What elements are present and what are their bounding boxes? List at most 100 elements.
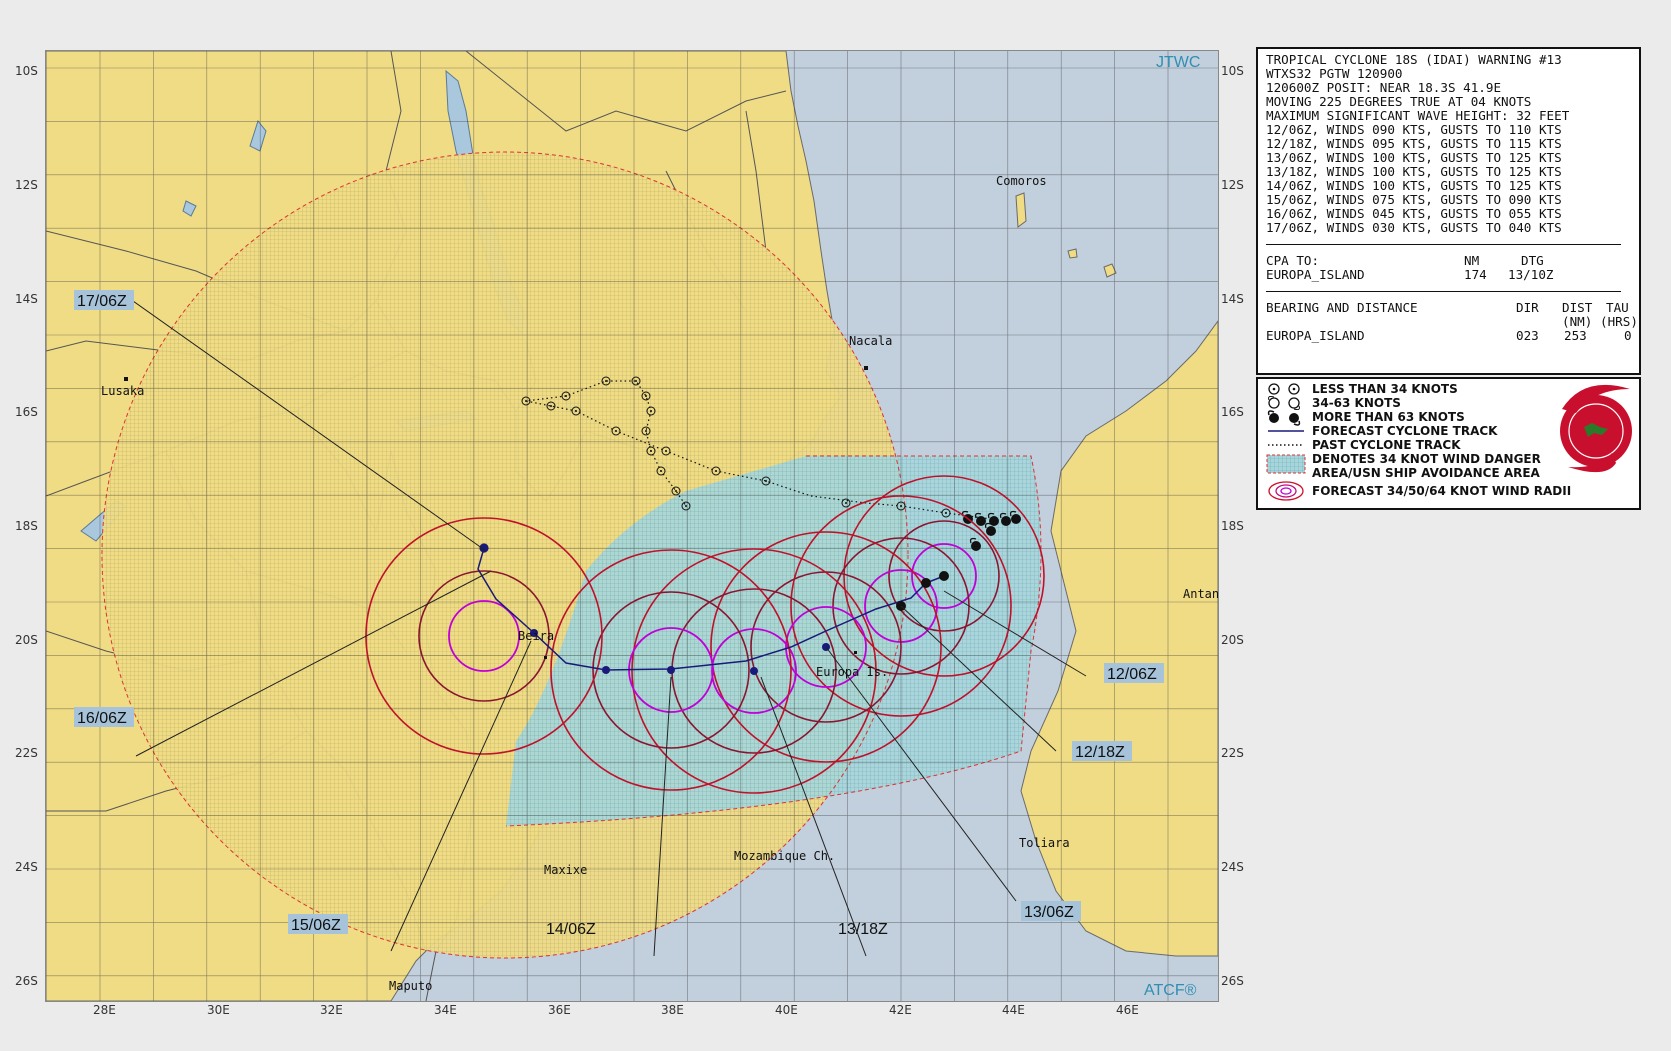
lon-label-28e: 28E <box>93 1003 116 1017</box>
forecast-wind-line: 16/06Z, WINDS 045 KTS, GUSTS TO 055 KTS <box>1266 206 1562 221</box>
forecast-wind-line: 15/06Z, WINDS 075 KTS, GUSTS TO 090 KTS <box>1266 192 1562 207</box>
cpa-title: CPA TO: <box>1266 253 1320 268</box>
cpa-value-row: EUROPA_ISLAND 174 13/10Z <box>1266 268 1639 282</box>
anjouan-island <box>1067 248 1078 259</box>
forecast-position-icon <box>750 667 758 675</box>
legend-less-than-34: LESS THAN 34 KNOTS <box>1312 382 1458 396</box>
jtwc-label: JTWC <box>1156 54 1200 71</box>
map-canvas: Comoros Nacala Lusaka Beira Europa Is. A… <box>46 51 1218 1001</box>
forecast-wind-line: 17/06Z, WINDS 030 KTS, GUSTS TO 040 KTS <box>1266 220 1562 235</box>
warning-info-panel: TROPICAL CYCLONE 18S (IDAI) WARNING #13 … <box>1256 47 1641 375</box>
label-mozambique-channel: Mozambique Ch. <box>734 849 835 863</box>
warning-position: 120600Z POSIT: NEAR 18.3S 41.9E <box>1266 80 1502 95</box>
label-maxixe: Maxixe <box>544 863 587 877</box>
bearing-header-row: BEARING AND DISTANCE DIR DIST TAU <box>1266 301 1639 315</box>
lon-label-32e: 32E <box>320 1003 343 1017</box>
warning-header: WTXS32 PGTW 120900 <box>1266 66 1403 81</box>
bearing-tau-header: TAU <box>1606 300 1629 315</box>
lon-label-38e: 38E <box>661 1003 684 1017</box>
legend-danger-area: DENOTES 34 KNOT WIND DANGER <box>1312 452 1541 466</box>
legend-forecast-track: FORECAST CYCLONE TRACK <box>1312 424 1498 438</box>
label-maputo: Maputo <box>389 979 432 993</box>
bearing-dir-header: DIR <box>1516 300 1539 315</box>
legend-past-track: PAST CYCLONE TRACK <box>1312 438 1461 452</box>
comoros-island <box>1015 192 1027 228</box>
legend-34-63: 34-63 KNOTS <box>1312 396 1401 410</box>
bearing-title: BEARING AND DISTANCE <box>1266 300 1418 315</box>
divider <box>1266 291 1621 292</box>
typhoon-symbol-icon <box>986 526 996 536</box>
label-13-18z: 13/18Z <box>838 921 888 938</box>
legend-wind-radii: FORECAST 34/50/64 KNOT WIND RADII <box>1312 484 1572 498</box>
legend-avoidance-area: AREA/USN SHIP AVOIDANCE AREA <box>1312 466 1540 480</box>
bearing-dist: 253 <box>1564 328 1587 343</box>
warning-wave-height: MAXIMUM SIGNIFICANT WAVE HEIGHT: 32 FEET <box>1266 108 1570 123</box>
forecast-wind-line: 13/06Z, WINDS 100 KTS, GUSTS TO 125 KTS <box>1266 150 1562 165</box>
warning-movement: MOVING 225 DEGREES TRUE AT 04 KNOTS <box>1266 94 1532 109</box>
label-toliara: Toliara <box>1019 836 1070 850</box>
lat-label-18s: 18S <box>15 519 38 533</box>
label-comoros: Comoros <box>996 174 1047 188</box>
bearing-value-row: EUROPA_ISLAND 023 253 0 <box>1266 329 1639 343</box>
lon-label-44e: 44E <box>1002 1003 1025 1017</box>
label-antananarivo: Antananari <box>1183 587 1218 601</box>
lat-label-18s-right: 18S <box>1221 519 1244 533</box>
jtwc-logo <box>1560 384 1632 473</box>
lat-label-24s-right: 24S <box>1221 860 1244 874</box>
cpa-dtg: 13/10Z <box>1508 267 1554 282</box>
typhoon-symbol-icon <box>1011 514 1021 524</box>
wind-radii-icon <box>1268 481 1304 501</box>
cpa-location: EUROPA_ISLAND <box>1266 267 1365 282</box>
bearing-tau-unit: (HRS) <box>1600 314 1638 329</box>
label-17-06z: 17/06Z <box>77 293 127 310</box>
label-europa: Europa Is. <box>816 665 888 679</box>
atcf-label: ATCF® <box>1144 982 1197 999</box>
lat-label-26s-right: 26S <box>1221 974 1244 988</box>
typhoon-symbol-icon <box>971 541 981 551</box>
forecast-wind-line: 13/18Z, WINDS 100 KTS, GUSTS TO 125 KTS <box>1266 164 1562 179</box>
label-16-06z: 16/06Z <box>77 710 127 727</box>
bearing-dist-unit: (NM) <box>1562 314 1593 329</box>
danger-area-icon <box>1266 454 1306 474</box>
forecast-position-icon <box>602 666 610 674</box>
forecast-position-icon <box>667 666 675 674</box>
bearing-tau: 0 <box>1624 328 1632 343</box>
lat-label-10s: 10S <box>15 64 38 78</box>
lon-label-36e: 36E <box>548 1003 571 1017</box>
forecast-position-icon <box>939 571 949 581</box>
more-than-63kt-icon <box>1267 410 1301 426</box>
lat-label-22s: 22S <box>15 746 38 760</box>
legend-more-than-63: MORE THAN 63 KNOTS <box>1312 410 1465 424</box>
lon-label-34e: 34E <box>434 1003 457 1017</box>
lat-label-20s: 20S <box>15 633 38 647</box>
label-beira: Beira <box>518 629 554 643</box>
warning-title: TROPICAL CYCLONE 18S (IDAI) WARNING #13 <box>1266 52 1562 67</box>
bearing-location: EUROPA_ISLAND <box>1266 328 1365 343</box>
lat-label-20s-right: 20S <box>1221 633 1244 647</box>
bearing-dist-header: DIST <box>1562 300 1593 315</box>
label-14-06z: 14/06Z <box>546 921 596 938</box>
lon-label-30e: 30E <box>207 1003 230 1017</box>
lat-label-14s: 14S <box>15 292 38 306</box>
lon-label-46e: 46E <box>1116 1003 1139 1017</box>
label-13-06z: 13/06Z <box>1024 904 1074 921</box>
forecast-track-icon <box>1268 430 1304 432</box>
bearing-unit-row: (NM) (HRS) <box>1266 315 1639 329</box>
legend-panel: LESS THAN 34 KNOTS 34-63 KNOTS MORE THAN… <box>1256 377 1641 510</box>
bearing-dir: 023 <box>1516 328 1539 343</box>
label-lusaka: Lusaka <box>101 384 144 398</box>
lat-label-24s: 24S <box>15 860 38 874</box>
divider <box>1266 244 1621 245</box>
less-than-34kt-icon <box>1268 383 1300 395</box>
forecast-wind-line: 12/06Z, WINDS 090 KTS, GUSTS TO 110 KTS <box>1266 122 1562 137</box>
34-63kt-icon <box>1268 396 1300 410</box>
lat-label-22s-right: 22S <box>1221 746 1244 760</box>
cpa-nm-header: NM <box>1464 253 1480 268</box>
lat-label-14s-right: 14S <box>1221 292 1244 306</box>
cpa-nm: 174 <box>1464 267 1487 282</box>
typhoon-symbol-icon <box>1001 516 1011 526</box>
forecast-track-map: Comoros Nacala Lusaka Beira Europa Is. A… <box>45 50 1219 1002</box>
lat-label-26s: 26S <box>15 974 38 988</box>
lat-label-10s-right: 10S <box>1221 64 1244 78</box>
lon-label-42e: 42E <box>889 1003 912 1017</box>
